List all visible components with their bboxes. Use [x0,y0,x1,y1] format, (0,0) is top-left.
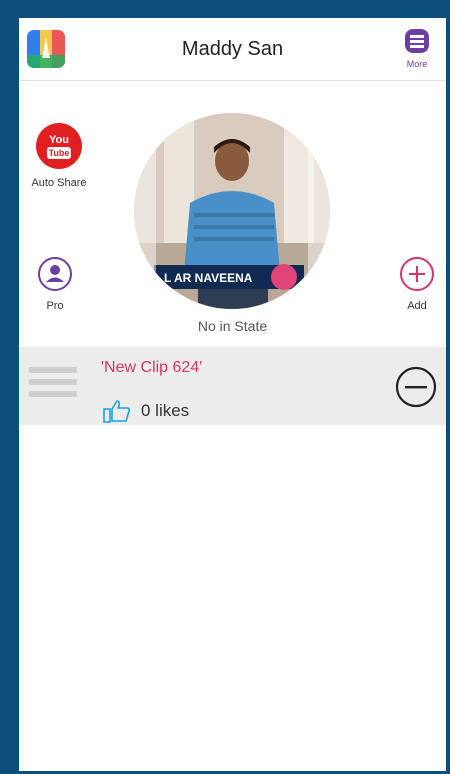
svg-text:Tube: Tube [49,148,70,158]
top-bar: Maddy San More [19,18,446,81]
pro-button[interactable]: Pro [33,256,77,312]
more-button[interactable]: More [398,26,436,69]
remove-clip-button[interactable] [394,365,438,409]
drag-handle-icon[interactable] [29,367,77,403]
svg-text:L AR NAVEENA: L AR NAVEENA [164,271,253,285]
clip-row[interactable]: 'New Clip 624' 0 likes [19,347,446,425]
clip-title[interactable]: 'New Clip 624' [101,359,202,377]
user-icon [38,257,72,291]
youtube-icon: You Tube [36,123,82,169]
add-label: Add [407,300,427,312]
thumbs-up-icon[interactable] [103,399,131,423]
state-text: No in State [197,318,268,334]
auto-share-button[interactable]: You Tube Auto Share [21,123,97,189]
profile-photo[interactable]: L AR NAVEENA [134,113,330,309]
svg-text:You: You [49,134,69,146]
add-button[interactable]: Add [395,256,439,312]
pro-label: Pro [46,300,64,312]
likes[interactable]: 0 likes [103,399,189,423]
more-icon [405,29,429,53]
profile-photo-image: L AR NAVEENA [134,113,330,309]
app-screen: Maddy San More You Tube Auto Share Pro L… [19,18,446,771]
page-title: Maddy San [181,38,284,60]
plus-circle-icon [400,257,434,291]
minus-circle-icon [395,366,437,408]
likes-count: 0 likes [141,401,190,420]
auto-share-label: Auto Share [31,177,87,189]
more-label: More [406,59,428,69]
